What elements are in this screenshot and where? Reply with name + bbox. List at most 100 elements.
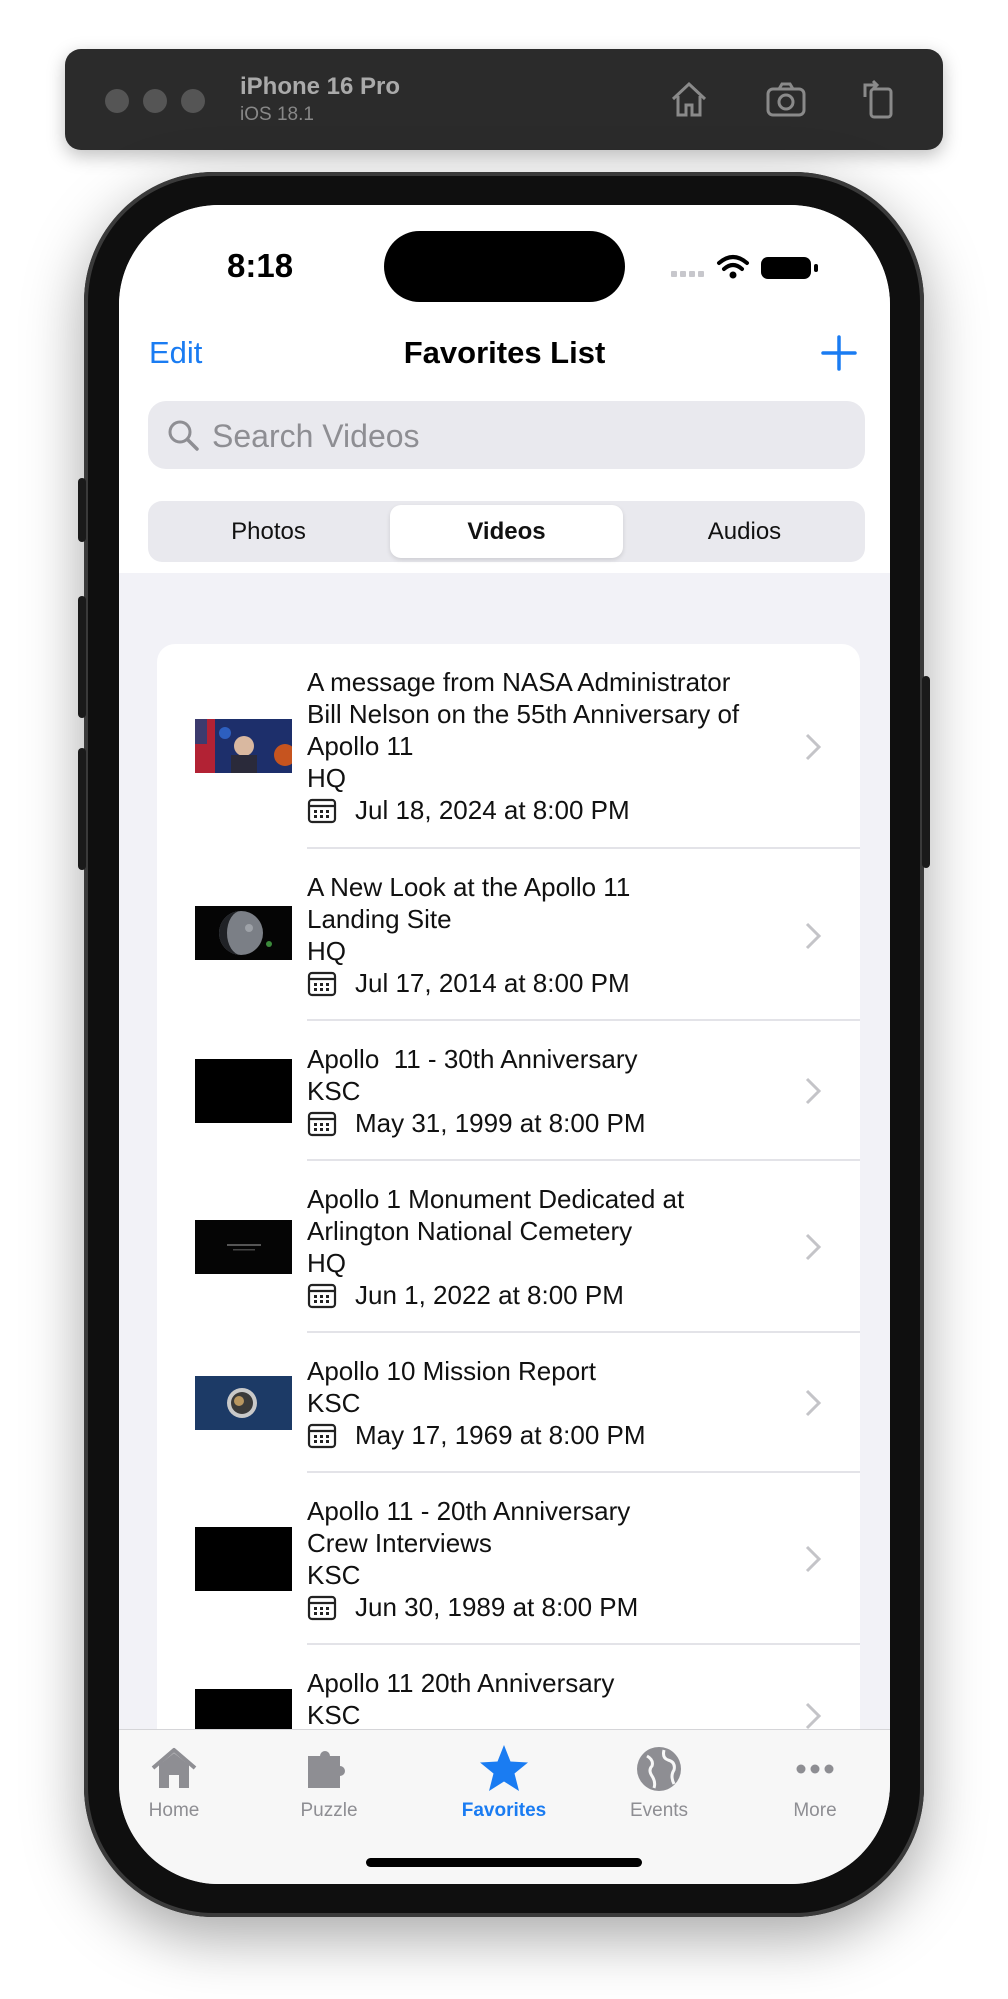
battery-icon: [761, 257, 818, 279]
tab-label: Puzzle: [300, 1800, 358, 1821]
rotate-device-icon[interactable]: [855, 75, 903, 123]
video-thumbnail: [195, 1376, 292, 1430]
video-center: KSC: [307, 1560, 361, 1590]
simulator-toolbar: iPhone 16 Pro iOS 18.1: [65, 49, 943, 150]
search-icon: [168, 420, 199, 451]
video-date: May 31, 1999 at 8:00 PM: [355, 1108, 646, 1138]
chevron-right-icon: [805, 922, 822, 950]
status-time: 8:18: [227, 247, 294, 284]
list-item[interactable]: Apollo 10 Mission Report KSC May 17, 196…: [157, 1333, 860, 1473]
tab-label: Home: [148, 1800, 200, 1821]
window-zoom-dot[interactable]: [181, 89, 205, 113]
video-date: Jul 18, 2024 at 8:00 PM: [355, 795, 630, 825]
video-date: May 17, 1969 at 8:00 PM: [355, 1420, 646, 1450]
video-thumbnail: [195, 1059, 292, 1123]
video-title-line: A New Look at the Apollo 11: [307, 872, 631, 902]
video-text: Apollo 11 - 30th Anniversary KSC May 31,…: [307, 1043, 767, 1139]
video-text: Apollo 11 - 20th Anniversary Crew Interv…: [307, 1495, 767, 1623]
screenshot-camera-icon[interactable]: [762, 75, 810, 123]
video-center: KSC: [307, 1700, 361, 1730]
tab-label: Events: [629, 1800, 689, 1821]
video-date-line: Jun 30, 1989 at 8:00 PM: [307, 1591, 767, 1623]
add-icon[interactable]: [819, 333, 859, 373]
video-date-line: Jul 18, 2024 at 8:00 PM: [307, 794, 767, 826]
video-date: Jul 17, 2014 at 8:00 PM: [355, 968, 630, 998]
tab-more[interactable]: More: [750, 1742, 880, 1822]
video-thumbnail: [195, 1527, 292, 1591]
video-center: HQ: [307, 936, 346, 966]
house-icon: [151, 1748, 197, 1788]
volume-down-button: [78, 748, 86, 870]
video-title-line: Apollo 11 - 30th Anniversary: [307, 1044, 638, 1074]
tab-home[interactable]: Home: [119, 1742, 239, 1822]
globe-icon: [637, 1747, 681, 1791]
calendar-icon: [307, 1283, 337, 1309]
list-item[interactable]: Apollo 11 - 20th Anniversary Crew Interv…: [157, 1473, 860, 1645]
video-text: Apollo 10 Mission Report KSC May 17, 196…: [307, 1355, 767, 1451]
tab-favorites[interactable]: Favorites: [439, 1742, 569, 1822]
wifi-icon: [717, 255, 749, 271]
page-title: Favorites List: [403, 335, 606, 370]
volume-up-button: [78, 596, 86, 718]
video-date-line: May 17, 1969 at 8:00 PM: [307, 1419, 767, 1451]
videos-list: A message from NASA Administrator Bill N…: [157, 644, 860, 1844]
segment-audios[interactable]: Audios: [628, 505, 861, 558]
power-button: [922, 676, 930, 868]
video-text: Apollo 11 20th Anniversary KSC: [307, 1667, 767, 1731]
video-text: A message from NASA Administrator Bill N…: [307, 666, 767, 826]
video-thumbnail: [195, 719, 292, 773]
video-thumbnail: [195, 1220, 292, 1274]
video-title-line: A message from NASA Administrator: [307, 667, 731, 697]
window-minimize-dot[interactable]: [143, 89, 167, 113]
calendar-icon: [307, 798, 337, 824]
video-title-line: Apollo 11 20th Anniversary: [307, 1668, 615, 1698]
calendar-icon: [307, 1595, 337, 1621]
tab-label: Favorites: [461, 1800, 547, 1821]
action-button: [78, 478, 86, 542]
cellular-signal-icon: [671, 271, 704, 277]
video-thumbnail: [195, 906, 292, 960]
video-date-line: Jun 1, 2022 at 8:00 PM: [307, 1279, 767, 1311]
star-icon: [480, 1745, 528, 1791]
list-item[interactable]: A message from NASA Administrator Bill N…: [157, 644, 860, 849]
video-title-line: Apollo 11 - 20th Anniversary: [307, 1496, 631, 1526]
video-date: Jun 30, 1989 at 8:00 PM: [355, 1592, 639, 1622]
video-title-line: Bill Nelson on the 55th Anniversary of: [307, 699, 740, 729]
video-title-line: Landing Site: [307, 904, 452, 934]
chevron-right-icon: [805, 1233, 822, 1261]
dynamic-island: [384, 231, 625, 302]
status-icons: [671, 255, 818, 279]
window-close-dot[interactable]: [105, 89, 129, 113]
video-date: Jun 1, 2022 at 8:00 PM: [355, 1280, 624, 1310]
video-center: KSC: [307, 1076, 361, 1106]
more-icon: [796, 1764, 834, 1774]
list-item[interactable]: Apollo 1 Monument Dedicated at Arlington…: [157, 1161, 860, 1333]
phone-screen: 8:18 Edit Favorites List Photos Videos A…: [119, 205, 890, 1884]
video-title-line: Apollo 1 Monument Dedicated at: [307, 1184, 685, 1214]
tab-events[interactable]: Events: [594, 1742, 724, 1822]
video-title-line: Apollo 10 Mission Report: [307, 1356, 597, 1386]
search-bar[interactable]: [148, 401, 865, 471]
calendar-icon: [307, 1423, 337, 1449]
video-date-line: May 31, 1999 at 8:00 PM: [307, 1107, 767, 1139]
calendar-icon: [307, 1111, 337, 1137]
video-center: HQ: [307, 763, 346, 793]
video-date-line: Jul 17, 2014 at 8:00 PM: [307, 967, 767, 999]
video-center: HQ: [307, 1248, 346, 1278]
home-button-icon[interactable]: [665, 75, 713, 123]
video-center: KSC: [307, 1388, 361, 1418]
segment-videos[interactable]: Videos: [390, 505, 623, 558]
segment-photos[interactable]: Photos: [152, 505, 385, 558]
search-input[interactable]: [210, 401, 834, 471]
list-item[interactable]: Apollo 11 - 30th Anniversary KSC May 31,…: [157, 1021, 860, 1161]
media-type-segmented-control: Photos Videos Audios: [148, 501, 865, 562]
simulator-device-name: iPhone 16 Pro: [240, 73, 401, 100]
home-indicator[interactable]: [366, 1858, 642, 1867]
calendar-icon: [307, 971, 337, 997]
chevron-right-icon: [805, 1545, 822, 1573]
chevron-right-icon: [805, 1702, 822, 1730]
list-item[interactable]: A New Look at the Apollo 11 Landing Site…: [157, 849, 860, 1021]
tab-puzzle[interactable]: Puzzle: [264, 1742, 394, 1822]
video-title-line: Arlington National Cemetery: [307, 1216, 633, 1246]
chevron-right-icon: [805, 733, 822, 761]
